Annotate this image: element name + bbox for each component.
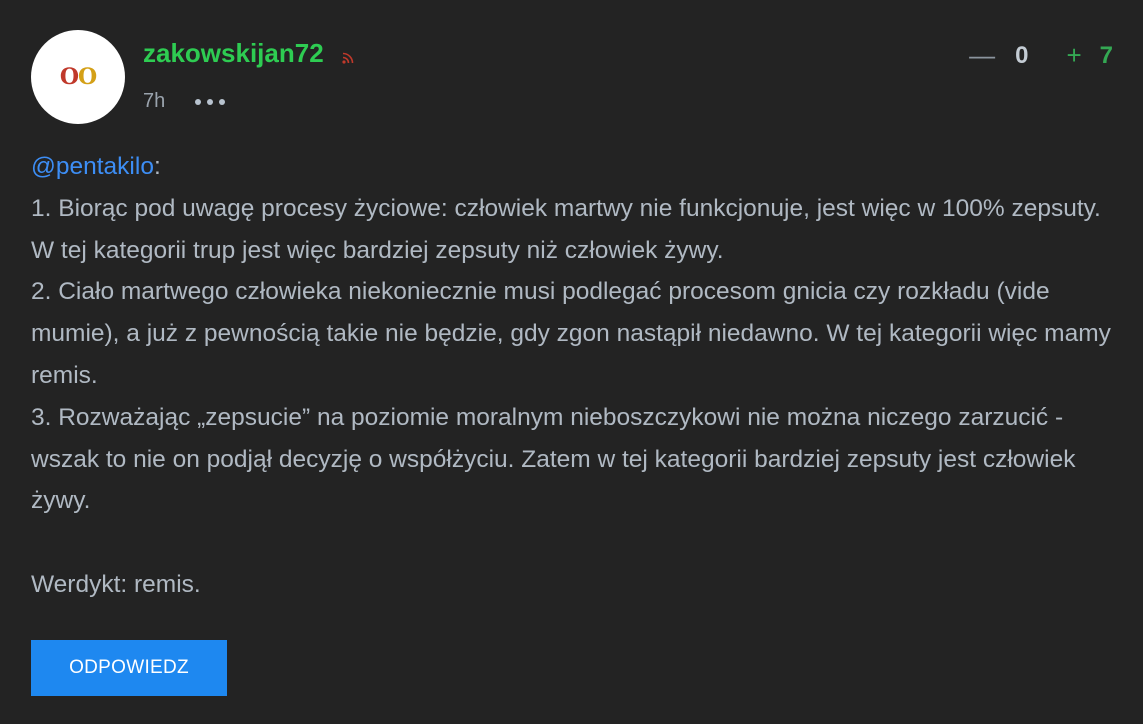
comment-verdict: Werdykt: remis. <box>31 570 201 598</box>
vote-plus-button[interactable]: + <box>1066 40 1081 71</box>
comment-body: @pentakilo: 1. Biorąc pod uwagę procesy … <box>31 146 1121 606</box>
avatar-logo: OO <box>59 64 97 90</box>
vote-minus-count: 0 <box>1015 41 1029 69</box>
dot <box>207 99 213 105</box>
username[interactable]: zakowskijan72 <box>143 38 324 69</box>
more-options-icon[interactable] <box>195 92 225 112</box>
comment-paragraph-3: 3. Rozważając „zepsucie” na poziomie mor… <box>31 403 1076 515</box>
dot <box>219 99 225 105</box>
comment-paragraph-1: 1. Biorąc pod uwagę procesy życiowe: czł… <box>31 194 1101 264</box>
mention-line: @pentakilo: <box>31 146 1121 188</box>
rss-icon <box>342 52 354 64</box>
avatar[interactable]: OO <box>31 30 125 124</box>
comment: OO zakowskijan72 7h — 0 + 7 @pentakilo: … <box>0 0 1143 724</box>
vote-minus-button[interactable]: — <box>969 40 995 71</box>
timestamp: 7h <box>143 90 166 112</box>
mention-suffix: : <box>153 153 161 180</box>
vote-plus-count: 7 <box>1099 41 1113 69</box>
dot <box>195 99 201 105</box>
reply-button[interactable]: ODPOWIEDZ <box>31 640 227 696</box>
vote-box: — 0 + 7 <box>969 40 1113 71</box>
mention-link[interactable]: @pentakilo <box>31 153 154 180</box>
comment-paragraph-2: 2. Ciało martwego człowieka niekonieczni… <box>31 278 1111 389</box>
